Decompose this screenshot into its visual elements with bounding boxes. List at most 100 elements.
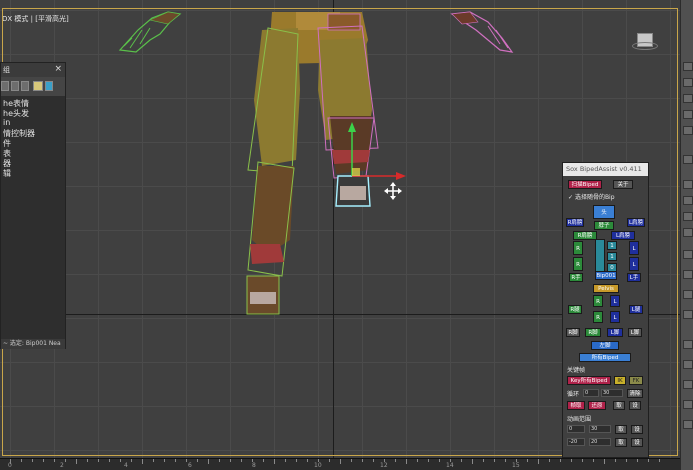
- toolbar-button[interactable]: [683, 360, 693, 369]
- range-get-button[interactable]: 取: [615, 425, 627, 434]
- toolbar-button[interactable]: [683, 400, 693, 409]
- toolbar-button[interactable]: [683, 180, 693, 189]
- r-upper-arm-button[interactable]: R肩膀: [566, 218, 584, 227]
- spine-2-button[interactable]: 1: [607, 252, 617, 261]
- toolbar-button[interactable]: [683, 62, 693, 71]
- list-item[interactable]: 辑: [3, 168, 11, 179]
- list-item[interactable]: in: [3, 118, 10, 127]
- get-key-button[interactable]: 帧取: [567, 401, 585, 410]
- right-calf-bone[interactable]: [327, 117, 375, 179]
- right-knee-wrap: [332, 150, 370, 164]
- l-hand-button[interactable]: L手: [627, 273, 641, 282]
- ik-button[interactable]: IK: [614, 376, 626, 385]
- l-shoulder-button[interactable]: L肩膀: [611, 231, 635, 240]
- scan-biped-button[interactable]: 扫描Biped: [568, 180, 602, 189]
- range2-get-button[interactable]: 取: [615, 438, 627, 447]
- range2-from-field[interactable]: -20: [567, 438, 585, 446]
- timeline-tick: [538, 459, 539, 464]
- r-arm-lower-button[interactable]: R: [573, 257, 583, 271]
- l-arm-upper-button[interactable]: L: [629, 241, 639, 255]
- r-hand-button[interactable]: R手: [569, 273, 583, 282]
- range2-to-field[interactable]: 20: [589, 438, 611, 446]
- select-checkbox[interactable]: ✓ 选择随骨的Bip: [568, 192, 615, 201]
- command-panel-strip: [680, 0, 693, 470]
- collapse-icon[interactable]: [1, 81, 9, 91]
- toolbar-button[interactable]: [683, 310, 693, 319]
- get-button[interactable]: 取: [613, 401, 625, 410]
- left-hand-bone[interactable]: [118, 11, 182, 53]
- left-calf-bone[interactable]: [247, 161, 295, 277]
- l-arm-lower-button[interactable]: L: [629, 257, 639, 271]
- l-thigh-button[interactable]: L: [610, 295, 620, 307]
- expand-icon[interactable]: [11, 81, 19, 91]
- neck-button[interactable]: 脖子: [594, 221, 614, 230]
- l-foot-lock-button[interactable]: L脚: [628, 328, 642, 337]
- loop-to-field[interactable]: 30: [601, 389, 623, 397]
- toolbar-button[interactable]: [683, 340, 693, 349]
- timeline-tick-label: 4: [124, 462, 128, 469]
- close-icon[interactable]: ×: [54, 64, 62, 74]
- toolbar-button[interactable]: [683, 420, 693, 429]
- restore-button[interactable]: 还原: [588, 401, 606, 410]
- toolbar-button[interactable]: [683, 380, 693, 389]
- spine-bar[interactable]: [595, 239, 605, 275]
- panel-titlebar[interactable]: 组 ×: [1, 63, 65, 77]
- l-foot-button[interactable]: L脚: [607, 328, 623, 337]
- timeline-tick: [318, 459, 319, 462]
- layer-icon[interactable]: [33, 81, 43, 91]
- biped-panel-titlebar[interactable]: Sox BipedAssist v0.411: [563, 163, 648, 176]
- r-foot-lock-button[interactable]: R脚: [566, 328, 580, 337]
- right-foot-mesh: [340, 186, 366, 200]
- toolbar-button[interactable]: [683, 196, 693, 205]
- spine-1-button[interactable]: 1: [607, 241, 617, 250]
- r-shoulder-button[interactable]: R肩膀: [573, 231, 597, 240]
- toolbar-button[interactable]: [683, 155, 693, 164]
- left-foot-bone[interactable]: [246, 275, 280, 315]
- toolbar-button[interactable]: [683, 212, 693, 221]
- panel-title: 组: [3, 66, 10, 74]
- right-thigh-bone[interactable]: [317, 25, 379, 151]
- all-biped-button[interactable]: 所有Biped: [579, 353, 631, 362]
- timeline-ruler[interactable]: 0 2 4 6 8 10 12 14 15: [0, 458, 680, 470]
- right-hand-bone[interactable]: [450, 11, 514, 53]
- fk-button[interactable]: FK: [629, 376, 643, 385]
- viewcube-ring[interactable]: [632, 42, 658, 50]
- r-calf-button[interactable]: R: [593, 311, 603, 323]
- l-leg-button[interactable]: L腿: [629, 305, 643, 314]
- r-thigh-button[interactable]: R: [593, 295, 603, 307]
- toolbar-button[interactable]: [683, 270, 693, 279]
- r-arm-upper-button[interactable]: R: [573, 241, 583, 255]
- toolbar-button[interactable]: [683, 126, 693, 135]
- left-thigh-bone[interactable]: [247, 27, 299, 175]
- toolbar-button[interactable]: [683, 250, 693, 259]
- r-foot-button[interactable]: R脚: [585, 328, 601, 337]
- range-to-field[interactable]: 30: [589, 425, 611, 433]
- toolbar-button[interactable]: [683, 290, 693, 299]
- l-upper-arm-button[interactable]: L肩膀: [627, 218, 645, 227]
- move-gizmo[interactable]: [348, 122, 406, 180]
- timeline-tick: [527, 459, 528, 462]
- pelvis-button[interactable]: Pelvis: [593, 284, 619, 293]
- range2-set-button[interactable]: 设: [631, 438, 643, 447]
- viewcube[interactable]: [632, 30, 658, 50]
- toolbar-button[interactable]: [683, 94, 693, 103]
- bip-root-button[interactable]: Bip001: [595, 271, 617, 280]
- toolbar-button[interactable]: [683, 110, 693, 119]
- about-button[interactable]: 关于: [613, 180, 633, 189]
- range-from-field[interactable]: 0: [567, 425, 585, 433]
- r-leg-button[interactable]: R腿: [568, 305, 582, 314]
- toolbar-button[interactable]: [683, 228, 693, 237]
- viewport-label[interactable]: DX 模式 | [平滑高光]: [2, 14, 69, 24]
- clear-button[interactable]: 清除: [627, 389, 643, 398]
- filter-icon[interactable]: [21, 81, 29, 91]
- refresh-icon[interactable]: [45, 81, 53, 91]
- right-foot-bone-selected[interactable]: [335, 175, 371, 207]
- key-all-biped-button[interactable]: Key所有Biped: [567, 376, 611, 385]
- head-button[interactable]: 头: [593, 205, 615, 219]
- l-calf-button[interactable]: L: [610, 311, 620, 323]
- loop-from-field[interactable]: 0: [583, 389, 599, 397]
- set-button[interactable]: 设: [629, 401, 641, 410]
- toolbar-button[interactable]: [683, 78, 693, 87]
- toe-button[interactable]: 左脚: [591, 341, 619, 350]
- range-set-button[interactable]: 设: [631, 425, 643, 434]
